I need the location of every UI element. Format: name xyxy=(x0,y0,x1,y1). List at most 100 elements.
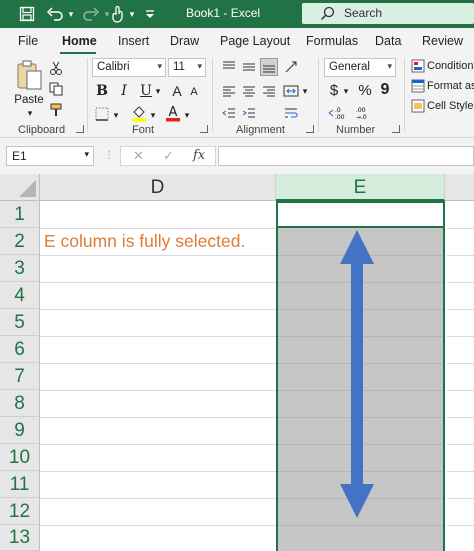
wrap-text-icon[interactable] xyxy=(282,104,300,122)
percent-button[interactable]: % xyxy=(356,80,374,100)
font-color-icon[interactable]: A xyxy=(164,104,182,122)
tab-insert[interactable]: Insert xyxy=(118,34,149,48)
column-header-e[interactable]: E xyxy=(276,174,445,201)
increase-indent-icon[interactable] xyxy=(240,104,258,122)
cancel-icon[interactable]: ✕ xyxy=(133,148,144,164)
row-header[interactable]: 9 xyxy=(0,417,40,444)
svg-text:A: A xyxy=(169,105,178,120)
fill-color-dropdown-icon[interactable]: ▾ xyxy=(148,108,158,122)
row-header[interactable]: 6 xyxy=(0,336,40,363)
copy-icon[interactable] xyxy=(48,81,64,97)
decrease-indent-icon[interactable] xyxy=(220,104,238,122)
align-middle-icon[interactable] xyxy=(240,58,258,76)
paste-dropdown-icon[interactable]: ▾ xyxy=(24,108,36,118)
active-cell-e1[interactable] xyxy=(276,201,445,228)
insert-function-button[interactable]: fx xyxy=(193,148,205,163)
comma-style-button[interactable]: 9 xyxy=(378,80,392,100)
shrink-font-button[interactable]: A xyxy=(186,84,202,100)
row-header[interactable]: 8 xyxy=(0,390,40,417)
align-top-icon[interactable] xyxy=(220,58,238,76)
search-box[interactable]: Search xyxy=(302,3,474,24)
decrease-decimal-icon[interactable]: .00 →.0 xyxy=(354,104,376,122)
currency-dropdown-icon[interactable]: ▾ xyxy=(341,84,351,98)
row-header[interactable]: 7 xyxy=(0,363,40,390)
merge-dropdown-icon[interactable]: ▾ xyxy=(300,84,310,98)
paste-icon[interactable] xyxy=(14,58,44,92)
cut-icon[interactable] xyxy=(48,60,64,76)
group-separator xyxy=(212,58,213,132)
resize-dots-icon[interactable]: ⋮ xyxy=(104,150,114,162)
column-header-d[interactable]: D xyxy=(40,174,276,201)
row-header[interactable]: 3 xyxy=(0,255,40,282)
align-right-icon[interactable] xyxy=(260,82,278,100)
undo-dropdown-icon[interactable]: ▾ xyxy=(66,4,76,24)
number-launcher-icon[interactable] xyxy=(392,125,400,133)
clipboard-launcher-icon[interactable] xyxy=(76,125,84,133)
double-arrow-icon xyxy=(340,230,374,518)
ribbon-home: Paste ▾ Clipboard Calibri ▾ 11 ▾ B I U ▾… xyxy=(0,54,474,138)
undo-icon[interactable] xyxy=(44,4,66,24)
gridline xyxy=(40,255,276,256)
format-as-table-button[interactable]: Format as xyxy=(427,78,474,94)
customize-qat-icon[interactable] xyxy=(142,4,158,24)
row-header[interactable]: 10 xyxy=(0,444,40,471)
grow-font-button[interactable]: A xyxy=(168,82,186,100)
tab-data[interactable]: Data xyxy=(375,34,401,48)
format-painter-icon[interactable] xyxy=(48,102,64,118)
save-icon[interactable] xyxy=(16,4,38,24)
touch-mode-icon[interactable] xyxy=(108,4,128,24)
fill-color-icon[interactable] xyxy=(130,104,148,122)
font-color-dropdown-icon[interactable]: ▾ xyxy=(182,108,192,122)
borders-icon[interactable] xyxy=(94,106,110,122)
redo-icon[interactable] xyxy=(80,4,102,24)
row-header[interactable]: 2 xyxy=(0,228,40,255)
underline-dropdown-icon[interactable]: ▾ xyxy=(153,84,163,98)
align-bottom-icon[interactable] xyxy=(260,58,278,76)
name-box[interactable]: E1 ▾ xyxy=(6,146,94,166)
font-size-value: 11 xyxy=(173,61,185,73)
enter-icon[interactable]: ✓ xyxy=(163,148,174,164)
align-center-icon[interactable] xyxy=(240,82,258,100)
format-as-table-icon[interactable] xyxy=(410,78,426,94)
italic-button[interactable]: I xyxy=(116,82,132,100)
cell-styles-icon[interactable] xyxy=(410,98,426,114)
align-left-icon[interactable] xyxy=(220,82,238,100)
increase-decimal-icon[interactable]: .0.00 xyxy=(328,104,350,122)
tab-draw[interactable]: Draw xyxy=(170,34,199,48)
cell-styles-button[interactable]: Cell Styles xyxy=(427,98,474,114)
tab-formulas[interactable]: Formulas xyxy=(306,34,358,48)
column-header-next[interactable] xyxy=(445,174,474,201)
underline-button[interactable]: U xyxy=(138,82,154,100)
conditional-formatting-button[interactable]: Conditional xyxy=(427,58,474,74)
chevron-down-icon: ▾ xyxy=(157,61,162,71)
tab-home[interactable]: Home xyxy=(62,34,97,48)
gridline xyxy=(40,498,276,499)
font-size-select[interactable]: 11 ▾ xyxy=(168,58,206,77)
row-header[interactable]: 4 xyxy=(0,282,40,309)
row-header[interactable]: 13 xyxy=(0,525,40,551)
formula-bar: E1 ▾ ⋮ ✕ ✓ fx xyxy=(0,138,474,174)
formula-input[interactable] xyxy=(218,146,474,166)
font-launcher-icon[interactable] xyxy=(200,125,208,133)
tab-file[interactable]: File xyxy=(18,34,38,48)
alignment-launcher-icon[interactable] xyxy=(306,125,314,133)
tab-review[interactable]: Review xyxy=(422,34,463,48)
row-header[interactable]: 12 xyxy=(0,498,40,525)
tab-page-layout[interactable]: Page Layout xyxy=(220,34,290,48)
worksheet-grid: D E 1 2 3 4 5 6 7 8 9 10 11 12 13 E colu… xyxy=(0,174,474,551)
currency-button[interactable]: $ xyxy=(326,80,342,100)
font-name-select[interactable]: Calibri ▾ xyxy=(92,58,166,77)
number-format-select[interactable]: General ▾ xyxy=(324,58,396,77)
select-all-button[interactable] xyxy=(0,174,40,201)
touch-mode-dropdown-icon[interactable]: ▾ xyxy=(128,4,136,24)
row-header[interactable]: 11 xyxy=(0,471,40,498)
merge-center-icon[interactable] xyxy=(282,82,300,100)
cell-d2[interactable]: E column is fully selected. xyxy=(44,231,245,252)
row-header[interactable]: 1 xyxy=(0,201,40,228)
row-header[interactable]: 5 xyxy=(0,309,40,336)
orientation-icon[interactable] xyxy=(282,58,300,76)
bold-button[interactable]: B xyxy=(94,82,110,100)
borders-dropdown-icon[interactable]: ▾ xyxy=(111,108,121,122)
paste-button[interactable]: Paste xyxy=(14,92,44,108)
conditional-formatting-icon[interactable] xyxy=(410,58,426,74)
